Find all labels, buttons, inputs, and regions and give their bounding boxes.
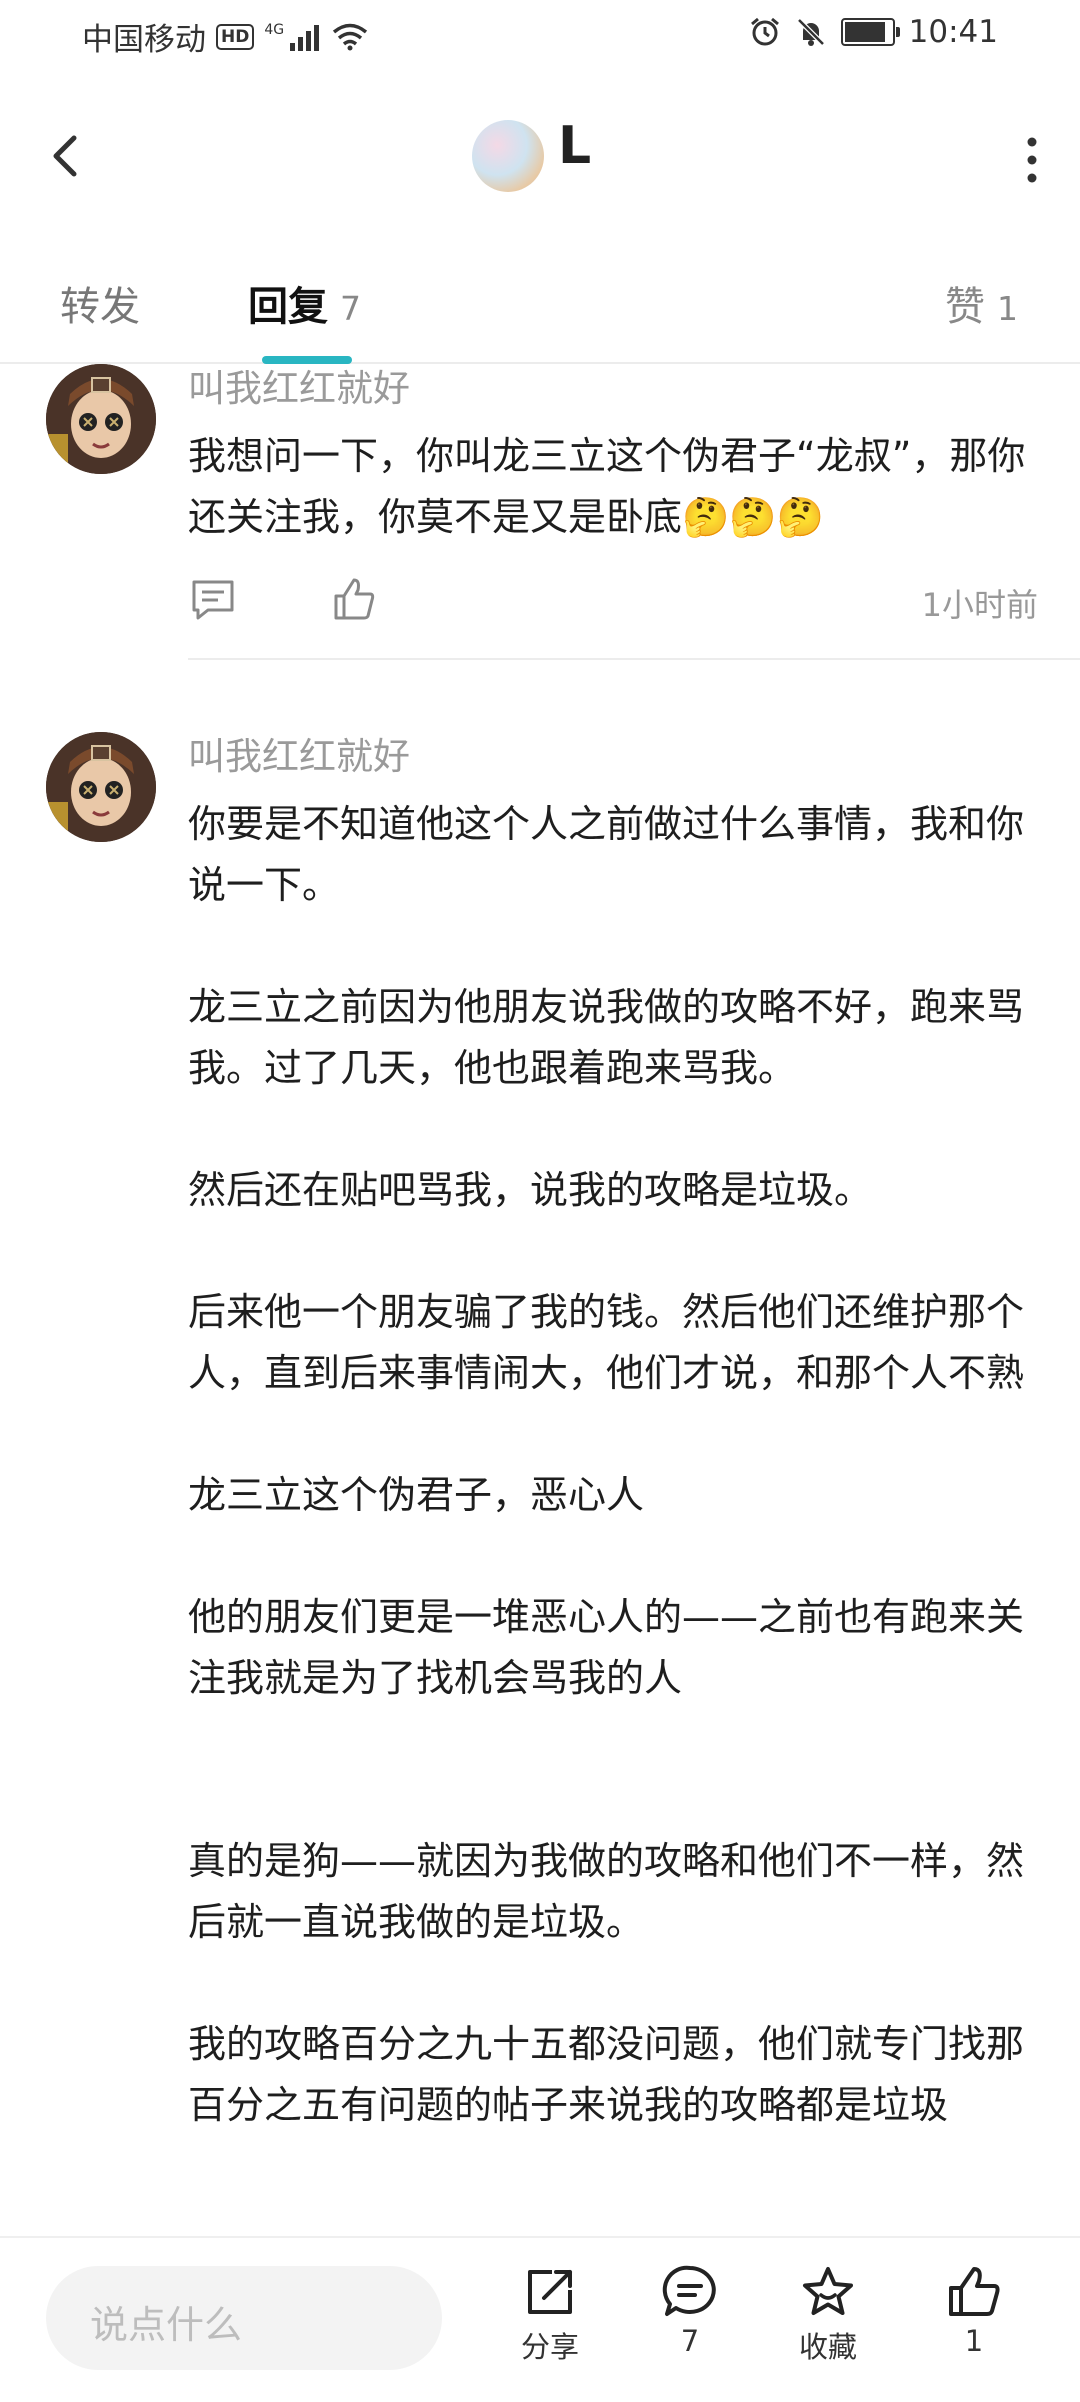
- status-right: 10:41: [749, 14, 998, 50]
- back-arrow-icon[interactable]: [40, 126, 94, 186]
- thumbs-up-icon[interactable]: [332, 576, 376, 622]
- avatar[interactable]: [46, 364, 156, 474]
- clock: 10:41: [908, 14, 998, 50]
- mute-bell-icon: [796, 18, 825, 46]
- comment-actions: 1小时前: [188, 572, 1038, 632]
- tab-like[interactable]: 赞1: [945, 274, 1018, 332]
- battery-icon: [840, 18, 900, 46]
- reply-icon[interactable]: [190, 578, 236, 622]
- wifi-icon: [333, 23, 368, 50]
- comment-author[interactable]: 叫我红红就好: [188, 358, 410, 412]
- favorite-label: 收藏: [798, 2330, 857, 2364]
- comment-count: 7: [680, 2324, 700, 2358]
- like-count: 1: [964, 2324, 984, 2358]
- share-button[interactable]: 分享: [490, 2264, 610, 2366]
- star-icon: [803, 2267, 853, 2315]
- network-type: 4G: [264, 21, 285, 38]
- like-button[interactable]: 1: [914, 2264, 1034, 2358]
- comment-input-placeholder: 说点什么: [90, 2303, 243, 2347]
- comment-icon: [662, 2265, 716, 2316]
- divider: [188, 658, 1080, 660]
- share-label: 分享: [520, 2330, 579, 2364]
- tab-forward[interactable]: 转发: [60, 274, 140, 332]
- alarm-icon: [750, 17, 779, 46]
- signal-icon: [290, 24, 320, 51]
- comment-input[interactable]: 说点什么: [46, 2266, 442, 2370]
- bottom-bar: 说点什么 分享 7 收藏 1: [0, 2236, 1080, 2402]
- header: L: [0, 80, 1080, 230]
- status-bar: 中国移动 HD 4G 10:41: [0, 0, 1080, 72]
- thumbs-up-icon: [949, 2267, 1000, 2316]
- tab-reply-count: 7: [340, 289, 361, 328]
- comment-time: 1小时前: [921, 586, 1038, 624]
- more-vertical-icon[interactable]: [1022, 132, 1042, 188]
- tab-like-label: 赞: [945, 284, 985, 330]
- tab-reply[interactable]: 回复 7: [248, 274, 361, 332]
- page-title: L: [558, 116, 592, 176]
- avatar-image: [46, 732, 156, 842]
- comment-text: 你要是不知道他这个人之前做过什么事情，我和你说一下。 龙三立之前因为他朋友说我做…: [188, 802, 1025, 2127]
- share-icon: [528, 2270, 572, 2314]
- avatar-image: [46, 364, 156, 474]
- status-left: 中国移动 HD 4G: [82, 14, 368, 59]
- avatar[interactable]: [472, 120, 544, 192]
- favorite-button[interactable]: 收藏: [768, 2264, 888, 2366]
- tab-reply-label: 回复: [248, 284, 328, 330]
- hd-badge: HD: [216, 23, 255, 50]
- tab-bar: 转发 回复 7 赞1: [0, 250, 1080, 364]
- tab-like-count: 1: [997, 289, 1018, 328]
- carrier-label: 中国移动: [82, 22, 206, 58]
- comment-author[interactable]: 叫我红红就好: [188, 726, 410, 780]
- avatar[interactable]: [46, 732, 156, 842]
- comment-button[interactable]: 7: [630, 2264, 750, 2358]
- tab-forward-label: 转发: [60, 284, 140, 330]
- comment-text: 我想问一下，你叫龙三立这个伪君子“龙叔”，那你还关注我，你莫不是又是卧底🤔🤔🤔: [188, 434, 1026, 539]
